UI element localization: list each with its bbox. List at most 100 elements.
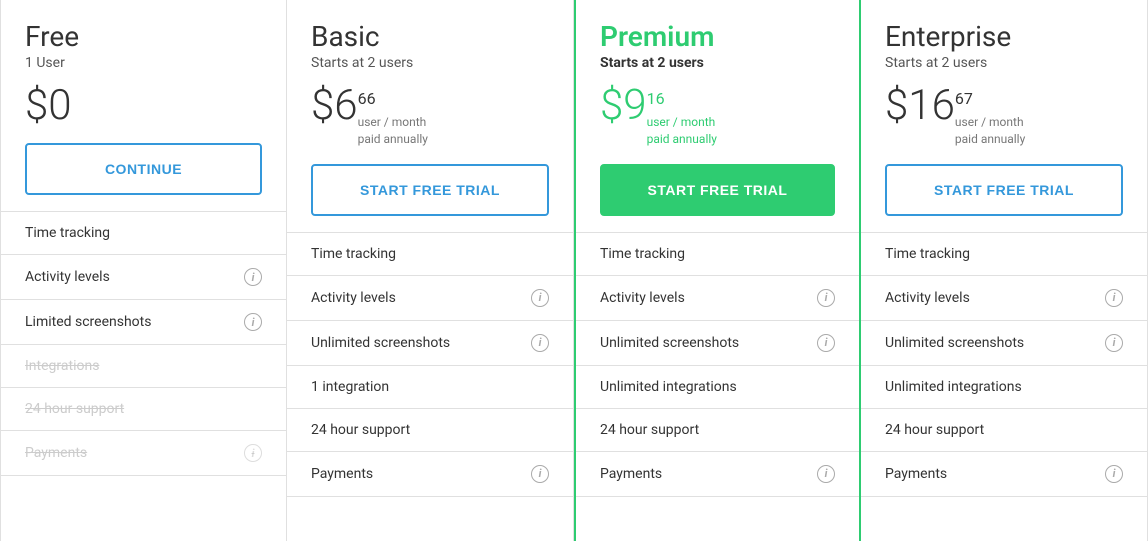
feature-label-enterprise-1: Activity levels <box>885 290 970 306</box>
plan-col-basic: Basic Starts at 2 users $666 user / month p… <box>287 0 574 541</box>
info-icon-enterprise-2[interactable]: i <box>1105 334 1123 352</box>
feature-row-free-4: 24 hour support <box>1 388 286 431</box>
info-icon-free-2[interactable]: i <box>244 313 262 331</box>
price-cents-enterprise: 67 <box>955 89 1021 108</box>
feature-row-free-2: Limited screenshots i <box>1 300 286 345</box>
plan-subtitle-free: 1 User <box>25 55 262 71</box>
cta-button-enterprise[interactable]: START FREE TRIAL <box>885 164 1123 216</box>
feature-row-enterprise-1: Activity levels i <box>861 276 1147 321</box>
feature-row-basic-5: Payments i <box>287 452 573 497</box>
info-icon-basic-1[interactable]: i <box>531 289 549 307</box>
feature-row-free-5: Payments i <box>1 431 286 476</box>
info-icon-free-1[interactable]: i <box>244 268 262 286</box>
feature-row-premium-0: Time tracking <box>576 233 859 276</box>
info-icon-premium-2[interactable]: i <box>817 334 835 352</box>
price-main-enterprise: $16 <box>885 85 955 127</box>
price-detail-basic: user / month paid annually <box>358 114 428 148</box>
features-list-premium: Time trackingActivity levelsiUnlimited s… <box>576 233 859 541</box>
feature-label-free-3: Integrations <box>25 358 99 374</box>
feature-label-free-4: 24 hour support <box>25 401 124 417</box>
price-cents-premium: 16 <box>647 89 713 108</box>
feature-label-free-2: Limited screenshots <box>25 314 151 330</box>
plan-col-free: Free 1 User $0 CONTINUE Time tracking Activit… <box>0 0 287 541</box>
plan-name-free: Free <box>25 20 262 53</box>
feature-label-basic-4: 24 hour support <box>311 422 410 438</box>
price-main-basic: $6 <box>311 85 358 127</box>
price-main-free: $0 <box>25 85 72 127</box>
feature-label-basic-2: Unlimited screenshots <box>311 335 450 351</box>
pricing-grid: Free 1 User $0 CONTINUE Time tracking Activit… <box>0 0 1148 541</box>
feature-row-enterprise-5: Payments i <box>861 452 1147 497</box>
feature-label-basic-0: Time tracking <box>311 246 396 262</box>
feature-row-basic-3: 1 integration <box>287 366 573 409</box>
feature-label-free-0: Time tracking <box>25 225 110 241</box>
info-icon-enterprise-1[interactable]: i <box>1105 289 1123 307</box>
plan-name-premium: Premium <box>600 20 835 53</box>
price-detail-wrap-enterprise: 67 user / month paid annually <box>955 85 1025 148</box>
info-icon-premium-1[interactable]: i <box>817 289 835 307</box>
info-icon-basic-2[interactable]: i <box>531 334 549 352</box>
plan-col-enterprise: Enterprise Starts at 2 users $1667 user / m… <box>861 0 1148 541</box>
plan-name-enterprise: Enterprise <box>885 20 1123 53</box>
features-list-basic: Time trackingActivity levelsiUnlimited s… <box>287 233 573 541</box>
feature-row-free-0: Time tracking <box>1 212 286 255</box>
price-detail-enterprise: user / month paid annually <box>955 114 1025 148</box>
plan-header-free: Free 1 User $0 CONTINUE <box>1 0 286 212</box>
feature-label-basic-3: 1 integration <box>311 379 389 395</box>
cta-button-basic[interactable]: START FREE TRIAL <box>311 164 549 216</box>
feature-row-premium-2: Unlimited screenshots i <box>576 321 859 366</box>
price-main-premium: $9 <box>600 85 647 127</box>
price-row-premium: $916 user / month paid annually <box>600 85 835 148</box>
feature-row-premium-3: Unlimited integrations <box>576 366 859 409</box>
cta-button-premium[interactable]: START FREE TRIAL <box>600 164 835 216</box>
plan-subtitle-premium: Starts at 2 users <box>600 55 835 71</box>
plan-subtitle-enterprise: Starts at 2 users <box>885 55 1123 71</box>
price-detail-premium: user / month paid annually <box>647 114 717 148</box>
info-icon-basic-5[interactable]: i <box>531 465 549 483</box>
info-icon-free-5[interactable]: i <box>244 444 262 462</box>
feature-row-free-3: Integrations <box>1 345 286 388</box>
info-icon-enterprise-5[interactable]: i <box>1105 465 1123 483</box>
feature-row-basic-4: 24 hour support <box>287 409 573 452</box>
plan-header-enterprise: Enterprise Starts at 2 users $1667 user / m… <box>861 0 1147 233</box>
plan-subtitle-basic: Starts at 2 users <box>311 55 549 71</box>
features-list-free: Time trackingActivity levelsiLimited scr… <box>1 212 286 541</box>
price-row-enterprise: $1667 user / month paid annually <box>885 85 1123 148</box>
info-icon-premium-5[interactable]: i <box>817 465 835 483</box>
feature-label-free-1: Activity levels <box>25 269 110 285</box>
feature-label-enterprise-2: Unlimited screenshots <box>885 335 1024 351</box>
feature-row-enterprise-4: 24 hour support <box>861 409 1147 452</box>
feature-row-enterprise-3: Unlimited integrations <box>861 366 1147 409</box>
price-cents-basic: 66 <box>358 89 424 108</box>
feature-label-enterprise-3: Unlimited integrations <box>885 379 1022 395</box>
feature-label-premium-1: Activity levels <box>600 290 685 306</box>
feature-label-basic-1: Activity levels <box>311 290 396 306</box>
feature-label-enterprise-5: Payments <box>885 466 947 482</box>
feature-label-premium-0: Time tracking <box>600 246 685 262</box>
feature-row-premium-4: 24 hour support <box>576 409 859 452</box>
feature-row-basic-2: Unlimited screenshots i <box>287 321 573 366</box>
price-detail-wrap-premium: 16 user / month paid annually <box>647 85 717 148</box>
plan-header-basic: Basic Starts at 2 users $666 user / month p… <box>287 0 573 233</box>
price-row-free: $0 <box>25 85 262 127</box>
feature-row-premium-1: Activity levels i <box>576 276 859 321</box>
feature-label-premium-2: Unlimited screenshots <box>600 335 739 351</box>
feature-row-basic-0: Time tracking <box>287 233 573 276</box>
features-list-enterprise: Time trackingActivity levelsiUnlimited s… <box>861 233 1147 541</box>
feature-row-enterprise-2: Unlimited screenshots i <box>861 321 1147 366</box>
price-row-basic: $666 user / month paid annually <box>311 85 549 148</box>
price-detail-wrap-basic: 66 user / month paid annually <box>358 85 428 148</box>
feature-label-basic-5: Payments <box>311 466 373 482</box>
feature-row-enterprise-0: Time tracking <box>861 233 1147 276</box>
feature-label-premium-3: Unlimited integrations <box>600 379 737 395</box>
feature-label-enterprise-4: 24 hour support <box>885 422 984 438</box>
feature-label-premium-5: Payments <box>600 466 662 482</box>
feature-label-enterprise-0: Time tracking <box>885 246 970 262</box>
plan-header-premium: Premium Starts at 2 users $916 user / month… <box>576 0 859 233</box>
cta-button-free[interactable]: CONTINUE <box>25 143 262 195</box>
feature-label-premium-4: 24 hour support <box>600 422 699 438</box>
plan-name-basic: Basic <box>311 20 549 53</box>
feature-label-free-5: Payments <box>25 445 87 461</box>
plan-col-premium: Premium Starts at 2 users $916 user / month… <box>574 0 861 541</box>
feature-row-free-1: Activity levels i <box>1 255 286 300</box>
